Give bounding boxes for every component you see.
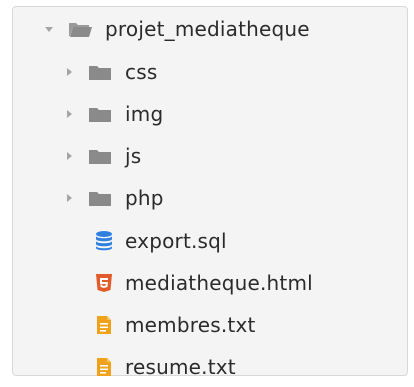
tree-item-img[interactable]: img bbox=[61, 94, 163, 134]
tree-root-row[interactable]: projet_mediatheque bbox=[41, 9, 310, 49]
chevron-down-icon[interactable] bbox=[41, 21, 57, 37]
tree-item-membres-txt[interactable]: membres.txt bbox=[93, 305, 256, 345]
tree-item-mediatheque-html[interactable]: mediatheque.html bbox=[93, 263, 313, 303]
tree-item-label: mediatheque.html bbox=[125, 271, 313, 295]
tree-item-php[interactable]: php bbox=[61, 178, 164, 218]
tree-item-label: js bbox=[125, 144, 142, 168]
tree-item-label: php bbox=[125, 186, 164, 210]
chevron-right-icon[interactable] bbox=[61, 106, 77, 122]
folder-open-icon bbox=[67, 18, 93, 40]
file-explorer-panel: projet_mediatheque css img js php export… bbox=[12, 6, 408, 379]
tree-item-label: membres.txt bbox=[125, 313, 256, 337]
chevron-right-icon[interactable] bbox=[61, 190, 77, 206]
chevron-right-icon[interactable] bbox=[61, 148, 77, 164]
database-icon bbox=[93, 230, 115, 252]
folder-icon bbox=[87, 103, 113, 125]
tree-item-label: resume.txt bbox=[125, 355, 236, 379]
folder-icon bbox=[87, 61, 113, 83]
text-file-icon bbox=[93, 356, 115, 378]
chevron-right-icon[interactable] bbox=[61, 64, 77, 80]
folder-icon bbox=[87, 145, 113, 167]
html5-icon bbox=[93, 272, 115, 294]
tree-item-label: img bbox=[125, 102, 164, 126]
tree-item-css[interactable]: css bbox=[61, 52, 157, 92]
tree-item-label: css bbox=[125, 60, 158, 84]
tree-item-resume-txt[interactable]: resume.txt bbox=[93, 347, 236, 387]
folder-icon bbox=[87, 187, 113, 209]
root-folder-label: projet_mediatheque bbox=[105, 17, 310, 41]
text-file-icon bbox=[93, 314, 115, 336]
tree-item-js[interactable]: js bbox=[61, 136, 141, 176]
tree-item-export-sql[interactable]: export.sql bbox=[93, 221, 227, 261]
tree-item-label: export.sql bbox=[125, 229, 227, 253]
